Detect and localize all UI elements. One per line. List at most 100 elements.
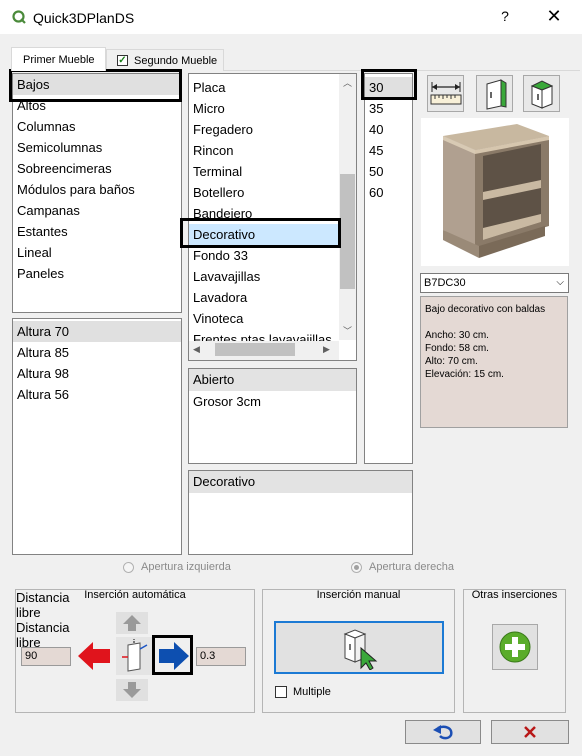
list-item[interactable]: Fregadero xyxy=(189,119,356,140)
subtype-list[interactable]: Placa Micro Fregadero Rincon Terminal Bo… xyxy=(188,73,357,361)
distance-right-field[interactable]: 0.3 xyxy=(196,647,246,666)
radio-label: Apertura derecha xyxy=(369,561,454,573)
tab-checkbox[interactable]: ✓ xyxy=(117,55,128,66)
list-item[interactable]: Lavavajillas xyxy=(189,266,356,287)
help-button[interactable]: ? xyxy=(495,8,515,28)
undo-button[interactable] xyxy=(405,720,481,744)
measure-button[interactable] xyxy=(427,75,464,112)
list-item[interactable]: Estantes xyxy=(13,221,181,242)
scroll-up-icon[interactable]: ︿ xyxy=(343,76,352,89)
list-item[interactable]: Lavadora xyxy=(189,287,356,308)
list-item[interactable]: Placa xyxy=(189,77,356,98)
description-line: Elevación: 15 cm. xyxy=(425,369,504,380)
move-right-button[interactable] xyxy=(157,640,191,672)
list-item[interactable]: Fondo 33 xyxy=(189,245,356,266)
list-item[interactable]: Grosor 3cm xyxy=(189,391,356,412)
height-list[interactable]: Altura 70 Altura 85 Altura 98 Altura 56 xyxy=(12,318,182,555)
arrow-left-icon xyxy=(78,642,110,670)
cancel-button[interactable] xyxy=(491,720,569,744)
list-item[interactable]: Lineal xyxy=(13,242,181,263)
list-item[interactable]: 45 xyxy=(365,140,412,161)
tab-segundo-mueble[interactable]: ✓ Segundo Mueble xyxy=(106,49,224,71)
plus-icon xyxy=(499,631,531,663)
list-item[interactable]: Rincon xyxy=(189,140,356,161)
ruler-icon xyxy=(430,81,461,104)
chevron-down-icon: ⌵ xyxy=(556,277,564,288)
group-title: Inserción automática xyxy=(84,589,186,601)
vertical-scrollbar[interactable]: ︿ ﹀ xyxy=(339,74,356,340)
tab-primer-mueble[interactable]: Primer Mueble xyxy=(11,47,106,71)
add-insert-button[interactable] xyxy=(492,624,538,670)
list-item[interactable]: Micro xyxy=(189,98,356,119)
list-item[interactable]: 50 xyxy=(365,161,412,182)
list-item[interactable]: Decorativo xyxy=(189,224,356,245)
list-item[interactable]: Vinoteca xyxy=(189,308,356,329)
group-title: Inserción manual xyxy=(316,589,401,601)
cabinet-preview xyxy=(421,118,569,266)
code-select[interactable]: B7DC30 ⌵ xyxy=(420,273,569,293)
list-header[interactable]: Abierto xyxy=(189,369,356,391)
list-item[interactable]: Altura 70 xyxy=(13,321,181,342)
radio-label: Apertura izquierda xyxy=(141,561,231,573)
horizontal-scrollbar[interactable]: ◀ ▶ xyxy=(189,341,339,360)
scroll-thumb[interactable] xyxy=(215,343,295,356)
width-list[interactable]: 30 35 40 45 50 60 xyxy=(364,73,413,464)
code-select-value: B7DC30 xyxy=(424,277,466,289)
multiple-checkbox[interactable]: Multiple xyxy=(275,686,331,698)
description-line: Ancho: 30 cm. xyxy=(425,330,489,341)
list-item[interactable]: Altos xyxy=(13,95,181,116)
scroll-thumb[interactable] xyxy=(340,174,355,289)
list-header[interactable]: Decorativo xyxy=(189,471,412,493)
door-list[interactable]: Abierto Grosor 3cm xyxy=(188,368,357,464)
move-down-button[interactable] xyxy=(116,679,148,701)
checkbox-box[interactable] xyxy=(275,686,287,698)
app-logo-icon xyxy=(12,10,26,24)
list-item[interactable]: Paneles xyxy=(13,263,181,284)
manual-insert-group: Inserción manual Multiple xyxy=(262,589,455,713)
list-item[interactable]: Bandejero xyxy=(189,203,356,224)
list-item[interactable]: 40 xyxy=(365,119,412,140)
radio-dot[interactable] xyxy=(123,561,134,573)
list-item[interactable]: Columnas xyxy=(13,116,181,137)
list-item[interactable]: Semicolumnas xyxy=(13,137,181,158)
close-button[interactable]: ✕ xyxy=(540,6,568,28)
finish-list[interactable]: Decorativo xyxy=(188,470,413,555)
list-item[interactable]: Altura 56 xyxy=(13,384,181,405)
door-view-button[interactable] xyxy=(476,75,513,112)
top-view-button[interactable] xyxy=(523,75,560,112)
manual-insert-button[interactable] xyxy=(274,621,444,674)
undo-icon xyxy=(433,725,453,740)
cabinet-door-icon xyxy=(486,78,506,110)
list-item[interactable]: 60 xyxy=(365,182,412,203)
description-line: Fondo: 58 cm. xyxy=(425,343,489,354)
distance-left-field[interactable]: 90 xyxy=(21,647,71,666)
list-item[interactable]: 30 xyxy=(365,77,412,98)
radio-apertura-derecha[interactable]: Apertura derecha xyxy=(351,561,454,573)
list-item[interactable]: Campanas xyxy=(13,200,181,221)
list-item[interactable]: Altura 98 xyxy=(13,363,181,384)
scroll-down-icon[interactable]: ﹀ xyxy=(343,324,352,337)
list-item[interactable]: Botellero xyxy=(189,182,356,203)
cabinet-top-icon xyxy=(530,79,553,109)
radio-dot[interactable] xyxy=(351,561,362,573)
move-left-button[interactable] xyxy=(76,640,112,672)
list-item[interactable]: Terminal xyxy=(189,161,356,182)
auto-insert-group: Inserción automática 90 Distancia libre … xyxy=(15,589,255,713)
radio-apertura-izquierda[interactable]: Apertura izquierda xyxy=(123,561,231,573)
scroll-left-icon[interactable]: ◀ xyxy=(193,344,200,355)
list-item[interactable]: Sobreencimeras xyxy=(13,158,181,179)
checkbox-label: Multiple xyxy=(293,686,331,698)
list-item[interactable]: Altura 85 xyxy=(13,342,181,363)
category-list[interactable]: Bajos Altos Columnas Semicolumnas Sobree… xyxy=(12,73,182,313)
list-item[interactable]: Bajos xyxy=(13,74,181,95)
description-title: Bajo decorativo con baldas xyxy=(425,304,546,315)
group-title: Otras inserciones xyxy=(471,589,558,601)
scroll-right-icon[interactable]: ▶ xyxy=(323,344,330,355)
tab-label: Segundo Mueble xyxy=(134,54,218,67)
cabinet-position-icon xyxy=(116,637,152,675)
list-item[interactable]: Módulos para baños xyxy=(13,179,181,200)
other-insert-group: Otras inserciones xyxy=(463,589,566,713)
move-up-button[interactable] xyxy=(116,612,148,634)
cabinet-cursor-icon xyxy=(343,628,378,670)
list-item[interactable]: 35 xyxy=(365,98,412,119)
